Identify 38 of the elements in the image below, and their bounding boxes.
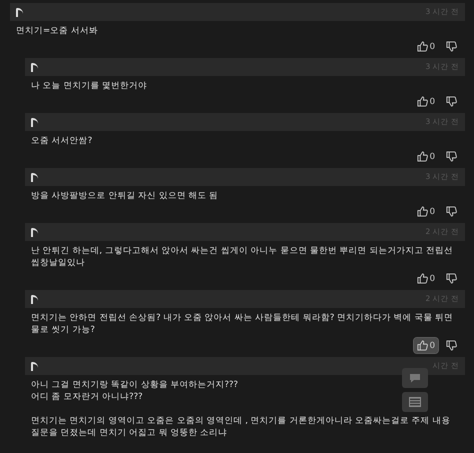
comment-button[interactable] <box>402 368 428 388</box>
thumbs-down-icon[interactable] <box>446 340 457 351</box>
like-button[interactable]: 0 <box>414 94 438 109</box>
avatar-icon <box>31 294 38 304</box>
thumbs-up-icon <box>416 96 428 107</box>
comment-text: 방을 사방팔방으로 안튀길 자신 있으면 해도 됨 <box>31 190 218 202</box>
thumbs-down-icon[interactable] <box>446 273 457 284</box>
thumbs-up-icon <box>416 151 428 162</box>
comment-text: 난 안튀긴 하는데, 그렇다고해서 앉아서 싸는건 씹게이 아니누 묻으면 물한번 뿌리면 되는거가지고 전립선 씹창날일있나 <box>31 245 454 269</box>
comment-text: 오줌 서서안쌈? <box>31 135 92 147</box>
avatar-icon <box>31 172 38 182</box>
like-button[interactable]: 0 <box>414 149 438 164</box>
avatar-icon <box>31 362 38 370</box>
avatar-icon <box>16 8 23 16</box>
comment-text: 면치기는 면치기의 영역이고 오줌은 오줌의 영역인데 , 면치기를 거론한게아니라 오줌싸는걸로 주제 내용 질문을 던졌는데 면치기 어짋고 뭐 엉뚱한 소리냐 <box>31 415 452 439</box>
comment-text: 면치기=오줌 서서봐 <box>16 25 98 37</box>
list-button[interactable] <box>402 392 428 412</box>
like-button[interactable]: 0 <box>414 204 438 219</box>
comment-text: 어디 좀 모자란거 아니냐??? <box>31 391 143 403</box>
list-icon <box>409 397 421 407</box>
thumbs-up-icon <box>416 273 428 284</box>
thumbs-down-icon[interactable] <box>446 206 457 217</box>
thumbs-down-icon[interactable] <box>446 41 457 52</box>
thumbs-up-icon <box>416 41 428 52</box>
like-button[interactable]: 0 <box>414 39 438 54</box>
avatar-icon <box>31 228 38 236</box>
comment-text: 면치기는 안하면 전립선 손상됨? 내가 오줌 앉아서 싸는 사람들한테 뭐라함? 면치기하다가 벽에 국물 튀면 물로 씻기 가능? <box>31 312 454 336</box>
thumbs-down-icon[interactable] <box>446 96 457 107</box>
thumbs-down-icon[interactable] <box>446 151 457 162</box>
like-button[interactable]: 0 <box>414 271 438 286</box>
speech-bubble-icon <box>409 372 421 384</box>
thumbs-up-icon <box>416 340 428 351</box>
comment-text: 아니 그걸 면치기랑 똑같이 상황을 부여하는거지??? <box>31 379 238 391</box>
avatar-icon <box>31 62 38 72</box>
comment-text: 나 오늘 면치기를 몇번한거야 <box>31 80 148 92</box>
avatar-icon <box>31 118 38 126</box>
thumbs-up-icon <box>416 206 428 217</box>
like-button[interactable]: 0 <box>414 338 438 353</box>
